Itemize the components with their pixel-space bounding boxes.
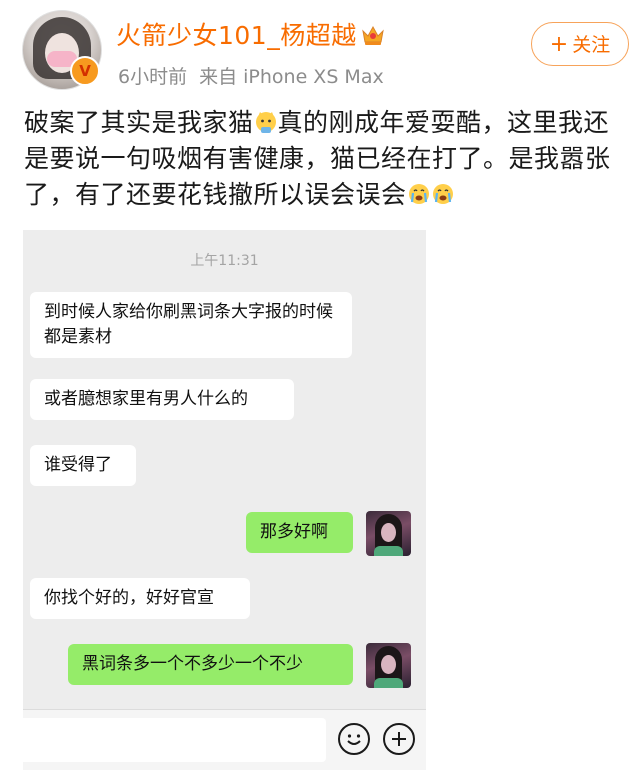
crying-emoji-icon — [408, 184, 429, 204]
add-icon[interactable] — [383, 723, 415, 755]
chat-message: 谁受得了 — [30, 445, 136, 486]
chat-avatar — [366, 511, 411, 556]
chat-message: 到时候人家给你刷黑词条大字报的时候都是素材 — [30, 292, 352, 358]
chat-screenshot[interactable]: 上午11:31 到时候人家给你刷黑词条大字报的时候都是素材 或者臆想家里有男人什… — [23, 230, 426, 770]
chat-message-self: 那多好啊 — [246, 512, 353, 553]
verified-badge-icon: V — [70, 56, 100, 86]
crying-emoji-icon — [432, 184, 453, 204]
chat-input-field[interactable] — [23, 718, 326, 762]
username-text[interactable]: 火箭少女101_杨超越 — [116, 21, 357, 50]
post-source[interactable]: 来自 iPhone XS Max — [199, 66, 384, 88]
chat-message: 或者臆想家里有男人什么的 — [30, 379, 294, 420]
chat-input-bar — [23, 709, 426, 770]
crown-icon — [361, 25, 384, 45]
user-avatar[interactable]: V — [22, 10, 102, 90]
follow-label: 关注 — [572, 34, 611, 56]
post-text-part1: 破案了其实是我家猫 — [24, 108, 254, 137]
emoji-icon[interactable] — [338, 723, 370, 755]
weibo-post: V 火箭少女101_杨超越 6小时前 来自 iPhone XS Max + 关注 破… — [0, 0, 640, 779]
chat-timestamp: 上午11:31 — [190, 253, 259, 269]
post-text: 破案了其实是我家猫 真的刚成年爱耍酷，这里我还是要说一句吸烟有害健康，猫已经在打… — [24, 105, 626, 213]
plus-icon: + — [549, 32, 569, 57]
cat-emoji-icon — [255, 112, 276, 133]
chat-message: 你找个好的，好好官宣 — [30, 578, 250, 619]
post-time: 6小时前 — [118, 66, 188, 88]
post-meta: 6小时前 来自 iPhone XS Max — [118, 62, 384, 89]
chat-avatar — [366, 643, 411, 688]
username[interactable]: 火箭少女101_杨超越 — [116, 16, 385, 52]
chat-message-self: 黑词条多一个不多少一个不少 — [68, 644, 353, 685]
follow-button[interactable]: + 关注 — [531, 22, 629, 66]
